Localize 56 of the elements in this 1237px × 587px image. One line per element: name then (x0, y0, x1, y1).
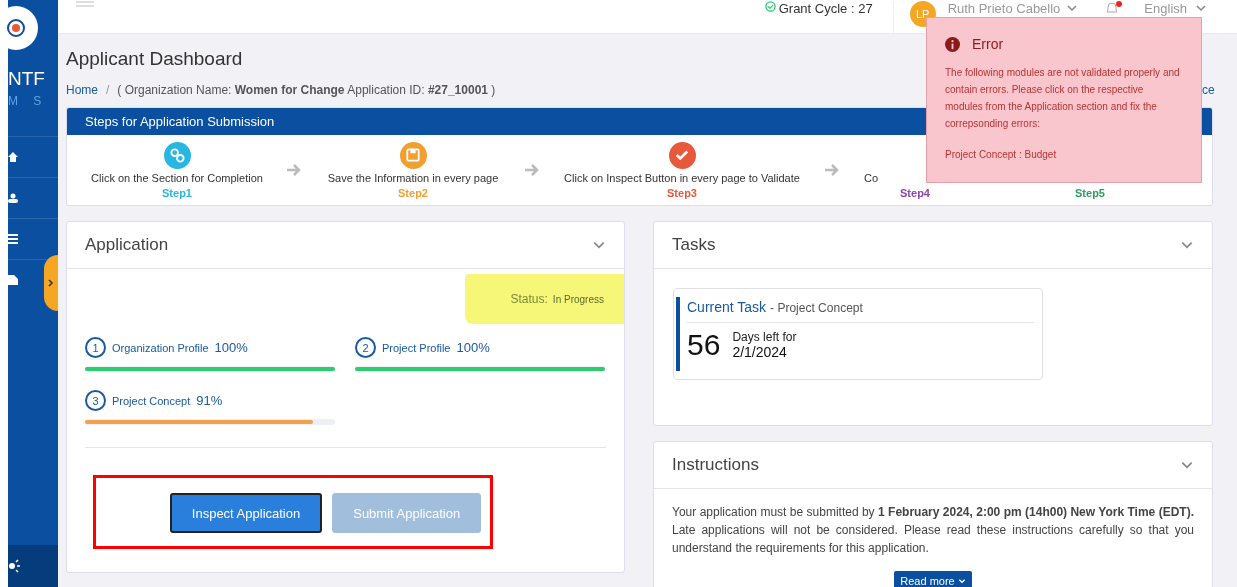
step-label: Co (864, 171, 879, 184)
step-number: Step1 (162, 186, 192, 199)
list-icon[interactable] (8, 234, 18, 244)
breadcrumb-separator: / (106, 83, 110, 97)
module-name[interactable]: Organization Profile (112, 341, 209, 354)
module-percent: 100% (456, 340, 490, 355)
brand-subtitle: M S (8, 94, 49, 108)
file-icon[interactable] (8, 275, 18, 285)
module-number: 1 (85, 337, 106, 358)
user-icon[interactable] (8, 193, 18, 203)
check-circle-icon (764, 1, 776, 12)
info-icon (945, 36, 960, 52)
read-more-button[interactable]: Read more (894, 571, 972, 587)
link-icon (169, 147, 185, 163)
days-count: 56 (687, 328, 721, 362)
due-date: 2/1/2024 (732, 344, 788, 360)
module-number: 3 (85, 390, 106, 411)
step-label: Click on the Section for Completion (91, 171, 263, 184)
application-details: ( Organization Name: Women for Change Application ID: #27_10001 ) (117, 83, 496, 97)
module-name[interactable]: Project Profile (382, 341, 451, 354)
caret-icon[interactable] (1066, 2, 1079, 14)
status-label: Status: (510, 292, 548, 306)
sidebar-toggle[interactable] (44, 255, 58, 311)
home-link[interactable]: Home (66, 83, 98, 97)
grant-cycle: Grant Cycle : 27 (778, 1, 873, 16)
panel-title: Instructions (672, 455, 759, 475)
check-icon (675, 148, 689, 162)
module-percent: 91% (196, 393, 223, 408)
home-icon[interactable] (8, 152, 18, 162)
instructions-text: Your application must be submitted by 1 February 2024, 2:00 pm (14h00) New York Time (EDT). Late applications will not be considered. Please read these instructions carefully so that you understand the requirements for this application. (672, 504, 1194, 557)
step-number: Step4 (900, 186, 930, 199)
caret-icon (957, 577, 966, 585)
task-label: Current Task (687, 299, 767, 315)
step-label: Click on Inspect Button in every page to Validate (564, 171, 800, 184)
module-number: 2 (355, 337, 376, 358)
brand-name: NTF (8, 68, 46, 90)
days-label: Days left for (732, 330, 797, 344)
page-title: Applicant Dashboard (66, 48, 244, 70)
module-name[interactable]: Project Concept (112, 394, 191, 407)
caret-icon[interactable] (1195, 2, 1207, 14)
error-title: Error (972, 36, 1004, 52)
error-detail: Project Concept : Budget (945, 149, 1058, 160)
module-percent: 100% (214, 340, 248, 355)
status-value: In Progress (552, 294, 604, 305)
panel-title: Tasks (672, 235, 716, 255)
chevron-icon (48, 279, 54, 287)
inspect-button[interactable]: Inspect Application (169, 493, 323, 533)
step-label: Save the Information in every page (327, 171, 499, 184)
panel-title: Application (85, 235, 169, 255)
bell-icon[interactable] (1104, 1, 1125, 15)
step-number: Step3 (667, 186, 697, 199)
link-fragment[interactable]: ce (1202, 83, 1215, 97)
step-number: Step5 (1075, 187, 1105, 199)
sun-icon[interactable] (8, 559, 20, 573)
task-name: - Project Concept (770, 301, 863, 315)
step-number: Step2 (398, 186, 428, 199)
